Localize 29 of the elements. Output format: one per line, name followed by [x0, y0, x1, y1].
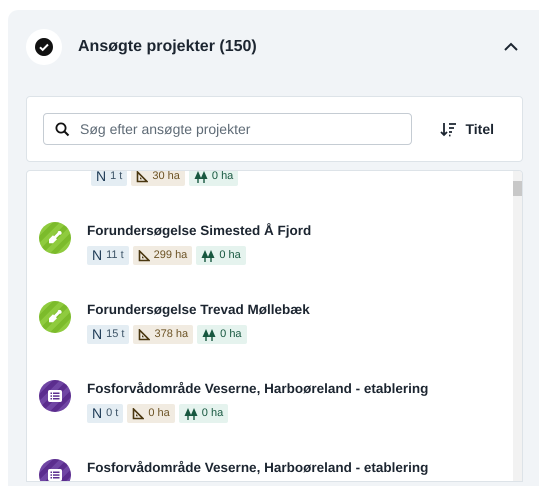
- sort-button[interactable]: Titel: [428, 114, 506, 144]
- chevron-up-icon: [503, 42, 519, 52]
- shovel-icon: [39, 301, 71, 333]
- nitrogen-tag: N 0 t: [87, 404, 124, 423]
- forest-tag: 0 ha: [196, 246, 246, 265]
- trees-icon: [194, 171, 208, 182]
- nitrogen-tag: N 15 t: [87, 325, 130, 344]
- area-tag: 378 ha: [133, 325, 194, 344]
- shovel-icon: [39, 222, 71, 254]
- forest-tag: 0 ha: [197, 325, 247, 344]
- trees-icon: [202, 328, 216, 340]
- project-title[interactable]: Forundersøgelse Simested Å Fjord: [87, 222, 312, 240]
- forest-tag: 0 ha: [188, 171, 238, 186]
- forest-tag: 0 ha: [178, 404, 228, 423]
- area-tag: 30 ha: [131, 171, 185, 186]
- area-tag: 0 ha: [127, 404, 175, 423]
- nitrogen-tag: N 11 t: [87, 246, 129, 265]
- sort-icon: [440, 122, 458, 136]
- trees-icon: [201, 250, 216, 262]
- search-field[interactable]: Søg efter ansøgte projekter: [43, 113, 412, 145]
- nitrogen-tag: N 1 t: [91, 171, 128, 186]
- status-icon: [26, 29, 62, 65]
- trees-icon: [184, 408, 198, 420]
- project-title[interactable]: Fosforvådområde Veserne, Harboøreland - etablering: [87, 459, 428, 477]
- area-tag: 299 ha: [132, 246, 192, 265]
- panel-title: Ansøgte projekter (150): [78, 37, 258, 57]
- project-title[interactable]: Forundersøgelse Trevad Møllebæk: [87, 301, 310, 319]
- project-title[interactable]: Fosforvådområde Veserne, Harboøreland - etablering: [87, 380, 428, 398]
- list-icon: [39, 380, 71, 412]
